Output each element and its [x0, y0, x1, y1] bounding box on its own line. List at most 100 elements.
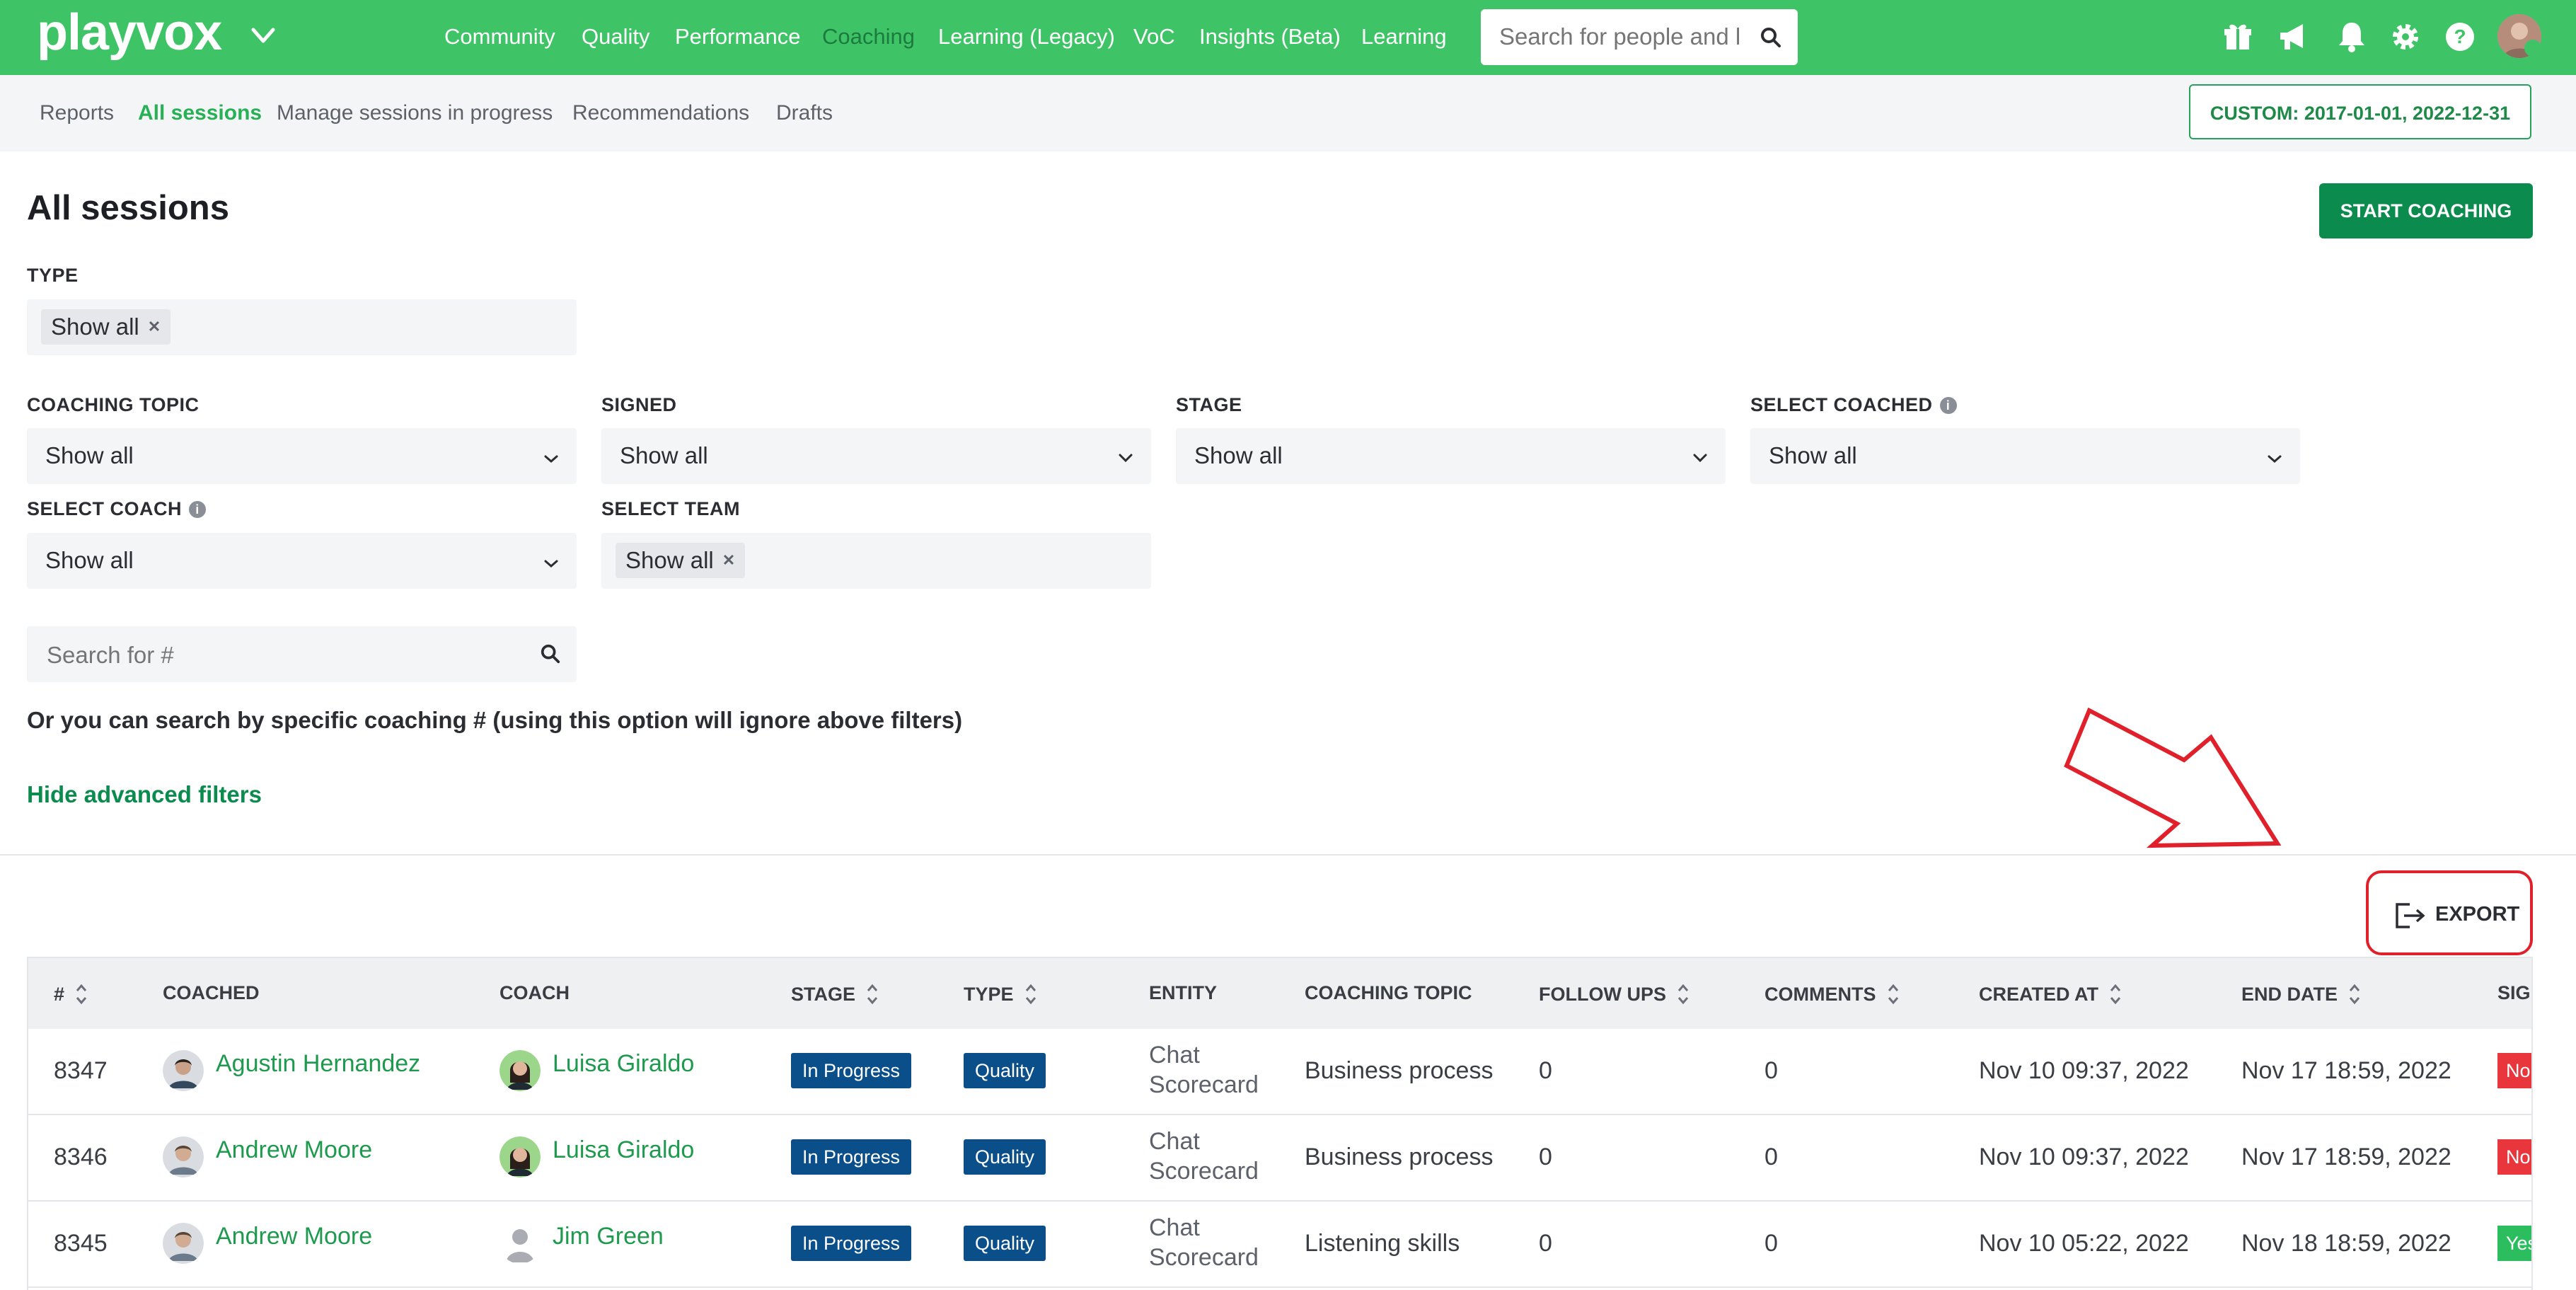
select-coach-select[interactable]: Show all: [27, 533, 577, 589]
gift-icon[interactable]: [2221, 20, 2255, 54]
annotation-arrow-icon: [2064, 708, 2282, 848]
megaphone-icon[interactable]: [2276, 20, 2310, 54]
playvox-logo[interactable]: playvox: [37, 4, 222, 61]
nav-link-performance[interactable]: Performance: [675, 21, 800, 52]
gear-icon[interactable]: [2389, 20, 2422, 54]
subnav-reports[interactable]: Reports: [40, 99, 114, 127]
stage-select[interactable]: Show all: [1176, 428, 1726, 484]
type-badge: Quality: [964, 1053, 1046, 1088]
column-header-stage[interactable]: STAGE: [791, 982, 879, 1006]
follow-ups-cell: 0: [1539, 1144, 1552, 1170]
export-icon: [2396, 903, 2425, 928]
search-icon[interactable]: [1760, 26, 1782, 49]
signed-badge: No: [2497, 1053, 2531, 1088]
select-coached-select[interactable]: Show all: [1750, 428, 2300, 484]
user-avatar[interactable]: [2497, 14, 2541, 58]
type-badge: Quality: [964, 1139, 1046, 1175]
search-icon[interactable]: [540, 643, 561, 664]
nav-link-learning[interactable]: Learning: [1361, 21, 1447, 52]
table-header: # COACHED COACH STAGE TYPE ENTITY COACHI…: [28, 958, 2531, 1030]
hide-advanced-filters-link[interactable]: Hide advanced filters: [27, 781, 262, 808]
subnav-manage-sessions[interactable]: Manage sessions in progress: [277, 99, 553, 127]
subnav-all-sessions[interactable]: All sessions: [138, 99, 262, 127]
entity-line: Scorecard: [1149, 1158, 1259, 1185]
type-filter[interactable]: Show all ✕: [27, 299, 577, 355]
comments-cell: 0: [1764, 1230, 1778, 1257]
column-header-id[interactable]: #: [54, 982, 88, 1006]
column-header-follow-ups[interactable]: FOLLOW UPS: [1539, 982, 1690, 1006]
coached-name-link[interactable]: Andrew Moore: [216, 1136, 372, 1164]
column-header-end-date[interactable]: END DATE: [2241, 982, 2362, 1006]
stage-label: STAGE: [1176, 394, 1242, 415]
export-button[interactable]: EXPORT: [2366, 870, 2533, 955]
select-team-filter[interactable]: Show all ✕: [601, 533, 1151, 589]
global-search[interactable]: [1481, 9, 1798, 65]
session-id: 8347: [54, 1057, 108, 1084]
coached-name-link[interactable]: Agustin Hernandez: [216, 1050, 420, 1078]
sort-icon[interactable]: [2347, 982, 2362, 1006]
entity-line: Chat: [1149, 1042, 1200, 1069]
coaching-topic-cell: Business process: [1305, 1144, 1494, 1170]
remove-chip-icon[interactable]: ✕: [148, 318, 161, 335]
info-icon[interactable]: i: [189, 501, 207, 518]
export-label: EXPORT: [2435, 903, 2520, 926]
select-coach-label: SELECT COACH i: [27, 498, 207, 520]
nav-link-coaching[interactable]: Coaching: [822, 21, 915, 52]
table-row[interactable]: 8346 Andrew Moore Luisa Giraldo In Progr…: [28, 1115, 2531, 1202]
stage-value: Show all: [1194, 442, 1283, 468]
page-title: All sessions: [27, 189, 229, 227]
column-header-coaching-topic: COACHING TOPIC: [1305, 982, 1472, 1003]
comments-cell: 0: [1764, 1144, 1778, 1170]
entity-cell: Chat Scorecard: [1149, 1213, 1259, 1272]
info-icon[interactable]: i: [1939, 397, 1957, 414]
sort-icon[interactable]: [865, 982, 879, 1006]
coached-name-link[interactable]: Andrew Moore: [216, 1223, 372, 1250]
nav-link-quality[interactable]: Quality: [582, 21, 649, 52]
coaching-topic-select[interactable]: Show all: [27, 428, 577, 484]
nav-link-insights-beta[interactable]: Insights (Beta): [1199, 21, 1341, 52]
sort-icon[interactable]: [2108, 982, 2122, 1006]
sort-icon[interactable]: [1886, 982, 1900, 1006]
column-header-comments[interactable]: COMMENTS: [1764, 982, 1900, 1006]
nav-link-voc[interactable]: VoC: [1133, 21, 1175, 52]
column-header-signed: SIGNED: [2497, 982, 2531, 1003]
signed-select[interactable]: Show all: [601, 428, 1151, 484]
global-search-input[interactable]: [1498, 22, 1748, 52]
coach-avatar: [499, 1136, 541, 1177]
coach-name-link[interactable]: Luisa Giraldo: [553, 1136, 694, 1164]
team-filter-chip[interactable]: Show all ✕: [616, 543, 746, 578]
default-user-icon: [506, 1229, 534, 1262]
signed-badge: Yes: [2497, 1226, 2531, 1261]
start-coaching-button[interactable]: START COACHING: [2319, 183, 2533, 238]
coaching-number-search[interactable]: [27, 626, 577, 682]
subnav-drafts[interactable]: Drafts: [776, 99, 833, 127]
sort-icon[interactable]: [1024, 982, 1038, 1006]
coaching-topic-label: COACHING TOPIC: [27, 394, 200, 415]
sort-icon[interactable]: [1676, 982, 1690, 1006]
nav-link-learning-legacy[interactable]: Learning (Legacy): [938, 21, 1115, 52]
coaching-number-input[interactable]: [45, 640, 508, 670]
sort-icon[interactable]: [74, 982, 88, 1006]
subnav-recommendations[interactable]: Recommendations: [572, 99, 749, 127]
column-header-created-at[interactable]: CREATED AT: [1979, 982, 2122, 1006]
remove-chip-icon[interactable]: ✕: [722, 551, 735, 569]
coaching-topic-value: Show all: [45, 442, 134, 468]
session-id: 8346: [54, 1144, 108, 1170]
column-header-type[interactable]: TYPE: [964, 982, 1038, 1006]
help-icon[interactable]: ?: [2443, 20, 2477, 54]
nav-link-community[interactable]: Community: [444, 21, 555, 52]
sub-navigation-bar: Reports All sessions Manage sessions in …: [0, 75, 2576, 151]
entity-line: Chat: [1149, 1128, 1200, 1155]
table-row[interactable]: 8345 Andrew Moore Jim Green In Progress …: [28, 1202, 2531, 1288]
coached-avatar: [163, 1223, 204, 1264]
chevron-down-icon[interactable]: [249, 21, 277, 50]
coach-name-link[interactable]: Luisa Giraldo: [553, 1050, 694, 1078]
column-title: TYPE: [964, 984, 1014, 1005]
coaching-topic-cell: Business process: [1305, 1057, 1494, 1084]
type-filter-chip[interactable]: Show all ✕: [41, 309, 171, 345]
date-range-button[interactable]: CUSTOM: 2017-01-01, 2022-12-31: [2189, 84, 2531, 139]
coach-name-link[interactable]: Jim Green: [553, 1223, 664, 1250]
select-coached-label: SELECT COACHED i: [1750, 394, 1957, 416]
bell-icon[interactable]: [2335, 20, 2369, 54]
table-row[interactable]: 8347 Agustin Hernandez Luisa Giraldo In …: [28, 1029, 2531, 1115]
